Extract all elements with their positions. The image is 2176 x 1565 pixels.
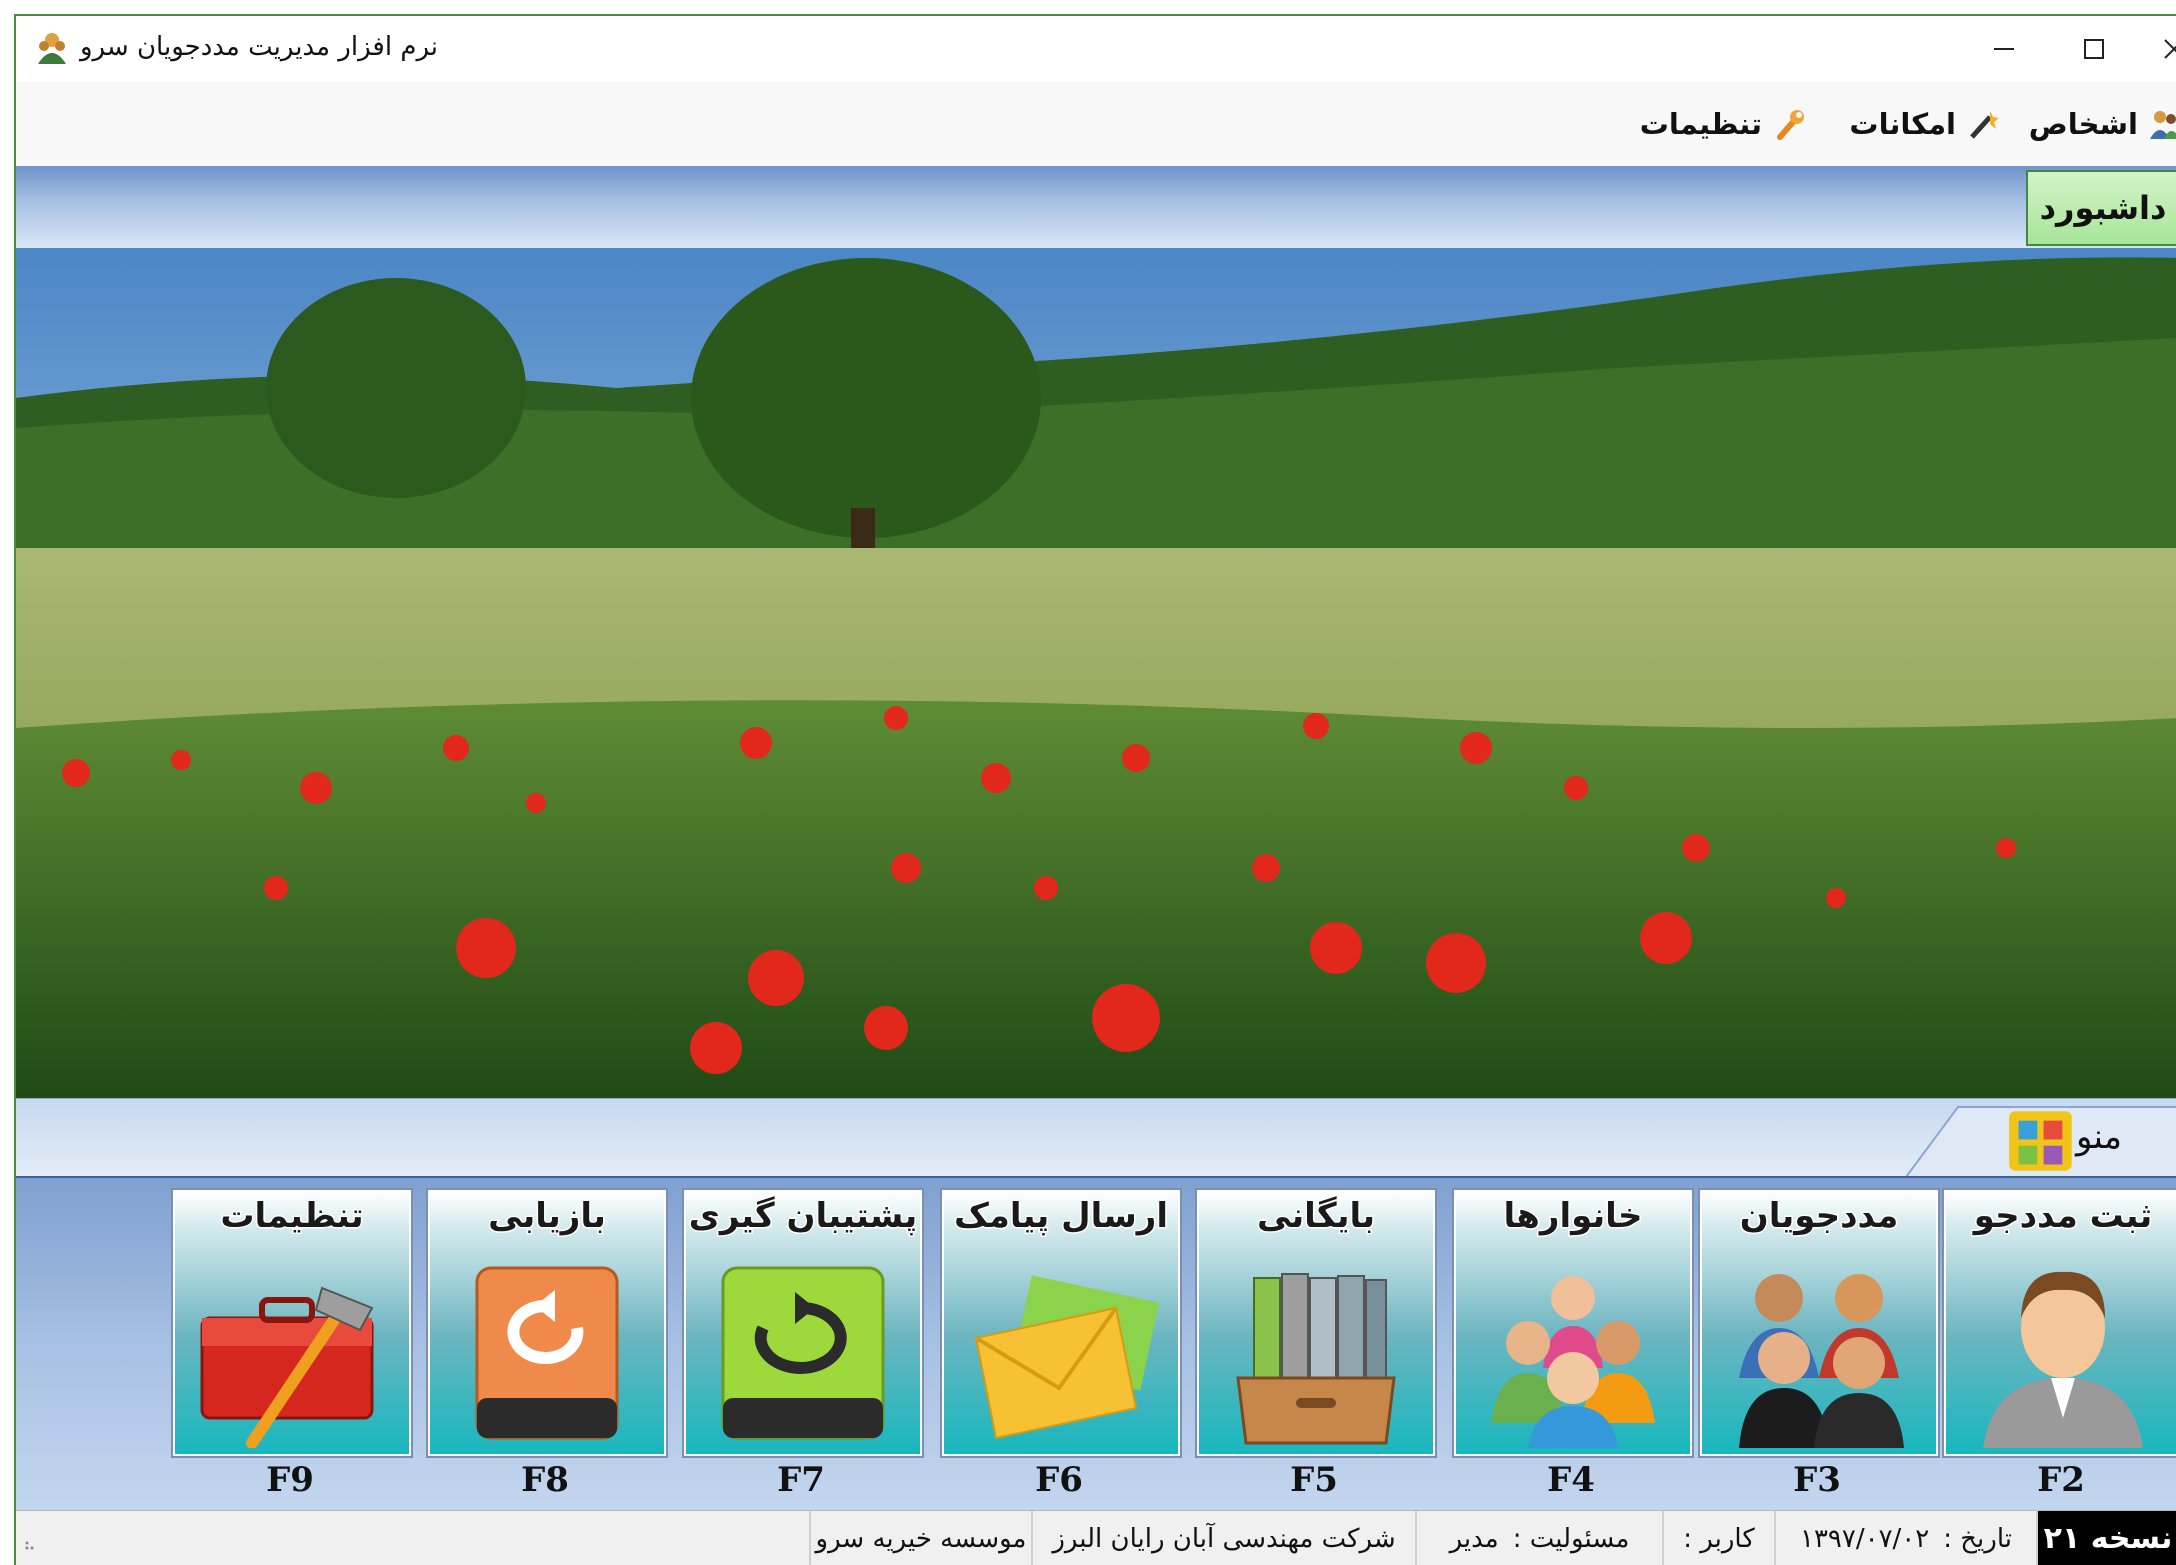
menu-grid-icon	[2009, 1111, 2072, 1171]
tile-register-student[interactable]: ثبت مددجو	[1944, 1190, 2176, 1456]
status-bar: نسخه ۲۱ تاریخ : ۱۳۹۷/۰۷/۰۲ کاربر : مسئول…	[16, 1510, 2176, 1565]
status-role-label: مسئولیت :	[1512, 1523, 1630, 1554]
fkey-label: F3	[1793, 1460, 1841, 1500]
status-date-label: تاریخ :	[1943, 1523, 2013, 1554]
tile-label: تنظیمات	[219, 1195, 365, 1238]
tile-send-sms[interactable]: ارسال پیامک	[942, 1190, 1180, 1456]
tile-settings[interactable]: تنظیمات	[173, 1190, 411, 1456]
tile-label: بازیابی	[487, 1195, 608, 1238]
fkey-label: F8	[521, 1460, 569, 1500]
menu-settings[interactable]: تنظیمات	[1640, 102, 1806, 146]
tile-label: پشتیبان گیری	[687, 1195, 919, 1238]
menu-people-label: اشخاص	[2028, 107, 2138, 141]
tab-strip: داشبورد	[16, 166, 2176, 248]
menu-band: منو	[16, 1098, 2176, 1177]
group-icon	[1739, 1274, 1904, 1448]
fkey-label: F6	[1035, 1460, 1083, 1500]
menu-people[interactable]: اشخاص	[2029, 102, 2176, 146]
restore-drive-icon	[475, 1266, 619, 1440]
minimize-button[interactable]	[1954, 16, 2054, 82]
status-date-value: ۱۳۹۷/۰۷/۰۲	[1800, 1523, 1930, 1554]
minimize-icon	[1994, 48, 2014, 50]
tab-dashboard[interactable]: داشبورد	[2026, 170, 2176, 246]
wrench-icon	[1777, 110, 1804, 140]
envelope-icon	[974, 1275, 1159, 1440]
menu-facilities[interactable]: امکانات	[1849, 102, 2000, 146]
tile-backup[interactable]: پشتیبان گیری	[684, 1190, 922, 1456]
tile-label: خانوارها	[1502, 1195, 1644, 1238]
maximize-button[interactable]	[2054, 16, 2134, 82]
students-icon	[34, 30, 70, 66]
tile-households[interactable]: خانوارها	[1454, 1190, 1692, 1456]
people-icon	[2150, 111, 2176, 139]
resize-grip-icon[interactable]	[24, 1537, 38, 1551]
status-version: نسخه ۲۱	[2036, 1511, 2176, 1565]
fkey-label: F2	[2037, 1460, 2085, 1500]
close-button[interactable]	[2134, 16, 2176, 82]
status-role-value: مدیر	[1449, 1523, 1499, 1554]
tile-restore[interactable]: بازیابی	[428, 1190, 666, 1456]
tile-label: ثبت مددجو	[1972, 1195, 2153, 1238]
user-add-icon	[1983, 1271, 2143, 1448]
menu-bar: اشخاص امکانات تنظیمات	[16, 82, 2176, 167]
fkey-label: F4	[1547, 1460, 1595, 1500]
tab-menu[interactable]: منو	[1906, 1105, 2176, 1177]
title-bar: نرم افزار مدیریت مددجویان سرو	[16, 16, 2176, 82]
fkey-label: F5	[1290, 1460, 1338, 1500]
fkey-label: F7	[777, 1460, 825, 1500]
wand-icon	[1970, 111, 1999, 139]
status-user-label: کاربر :	[1683, 1523, 1755, 1554]
app-window: نرم افزار مدیریت مددجویان سرو اشخاص امکا…	[14, 14, 2176, 1565]
menu-settings-label: تنظیمات	[1639, 107, 1762, 141]
close-icon	[2164, 39, 2176, 59]
backup-drive-icon	[721, 1266, 885, 1440]
maximize-icon	[2084, 39, 2104, 59]
toolbox-icon	[200, 1286, 374, 1448]
menu-facilities-label: امکانات	[1849, 107, 1956, 141]
family-icon	[1491, 1276, 1655, 1448]
status-date: تاریخ : ۱۳۹۷/۰۷/۰۲	[1774, 1511, 2036, 1565]
tile-label: مددجویان	[1738, 1195, 1900, 1238]
tile-students[interactable]: مددجویان	[1700, 1190, 1938, 1456]
status-organization: موسسه خیریه سرو	[809, 1511, 1031, 1565]
tile-label: بایگانی	[1255, 1195, 1376, 1238]
fkey-label: F9	[266, 1460, 314, 1500]
status-user: کاربر :	[1662, 1511, 1774, 1565]
tile-label: ارسال پیامک	[952, 1195, 1169, 1238]
menu-tab-label: منو	[2075, 1117, 2122, 1157]
tile-archive[interactable]: بایگانی	[1197, 1190, 1435, 1456]
window-title: نرم افزار مدیریت مددجویان سرو	[80, 32, 439, 62]
status-role: مسئولیت : مدیر	[1415, 1511, 1662, 1565]
archive-binders-icon	[1236, 1273, 1396, 1445]
status-company: شرکت مهندسی آبان رایان البرز	[1031, 1511, 1415, 1565]
dashboard-background-image	[16, 248, 2176, 1098]
shortcut-panel: ثبت مددجو F2 مددجویان F3 خانوارها F4 بای…	[16, 1176, 2176, 1510]
